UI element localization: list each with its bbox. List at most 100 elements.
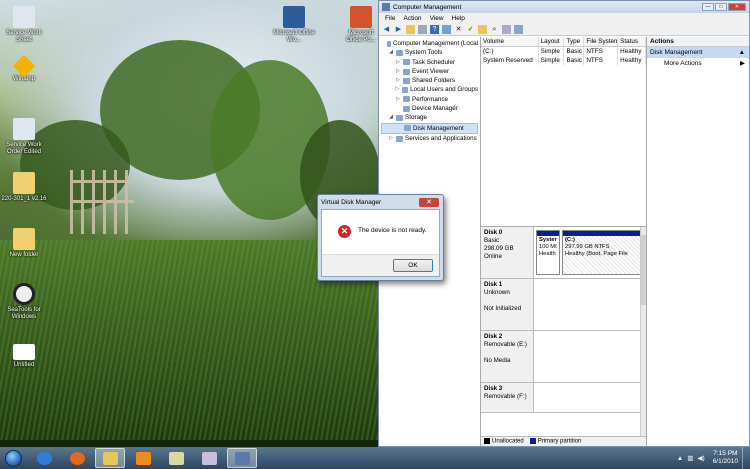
- desktop-icon-220-301[interactable]: 220-301_1 v2.16: [0, 172, 48, 203]
- clock[interactable]: 7:15 PM 6/1/2010: [713, 450, 738, 466]
- desktop-icon-service-work-sheet[interactable]: Service Work Sheet: [0, 6, 48, 44]
- tree-item[interactable]: ▷ Services and Applications: [381, 134, 478, 143]
- taskbar-media-player[interactable]: [128, 448, 158, 468]
- legend: Unallocated Primary partition: [481, 436, 646, 446]
- show-hidden-icons-icon[interactable]: ▲: [677, 455, 683, 462]
- expander-icon[interactable]: ◢: [388, 48, 394, 57]
- start-button[interactable]: [0, 447, 26, 469]
- vertical-scrollbar[interactable]: [640, 227, 646, 436]
- tree-item[interactable]: ▷ Local Users and Groups: [381, 85, 478, 94]
- tree-item[interactable]: Disk Management: [381, 122, 478, 134]
- tree-item[interactable]: ▷ Performance: [381, 95, 478, 104]
- up-folder-icon[interactable]: [406, 24, 415, 34]
- taskbar-paint[interactable]: [194, 448, 224, 468]
- error-dialog: Virtual Disk Manager ✕ ✕ The device is n…: [317, 194, 444, 281]
- menu-file[interactable]: File: [385, 15, 395, 22]
- cell-layout: Simple: [539, 56, 565, 65]
- show-desktop-button[interactable]: [742, 447, 750, 469]
- action-more-actions[interactable]: More Actions ▶: [647, 58, 749, 69]
- desktop-icon-untitled[interactable]: Untitled: [0, 344, 48, 369]
- tree-item[interactable]: ▷ Event Viewer: [381, 67, 478, 76]
- scroll-thumb[interactable]: [641, 235, 646, 305]
- disk-row-2[interactable]: Disk 2 Removable (E:) No Media: [481, 331, 646, 383]
- back-icon[interactable]: ◀: [382, 25, 391, 34]
- taskbar-firefox[interactable]: [62, 448, 92, 468]
- expander-icon[interactable]: ▷: [395, 58, 401, 67]
- col-file-system[interactable]: File System: [584, 37, 619, 46]
- desktop-icon-word[interactable]: Microsoft Office Wo...: [270, 6, 318, 44]
- check-icon[interactable]: ✓: [466, 25, 475, 34]
- legend-unallocated: Unallocated: [484, 438, 524, 445]
- tree-item-label: Local Users and Groups: [410, 86, 478, 94]
- volume-icon[interactable]: ◀): [698, 454, 705, 462]
- tree-item[interactable]: ▷ Shared Folders: [381, 76, 478, 85]
- dialog-message: The device is not ready.: [358, 227, 427, 234]
- desktop-icon-new-folder[interactable]: New folder: [0, 228, 48, 259]
- partition-system-reserved[interactable]: Syster 100 MI Health: [536, 230, 560, 275]
- properties-icon[interactable]: [442, 24, 451, 34]
- forward-icon[interactable]: ▶: [394, 25, 403, 34]
- maximize-button[interactable]: □: [715, 3, 727, 11]
- taskbar-sticky-notes[interactable]: [161, 448, 191, 468]
- tree-item[interactable]: Computer Management (Local: [381, 39, 478, 48]
- expander-icon[interactable]: ▷: [395, 67, 401, 76]
- node-icon: [396, 135, 403, 142]
- col-layout[interactable]: Layout: [539, 37, 565, 46]
- col-type[interactable]: Type: [564, 37, 585, 46]
- expander-icon[interactable]: ▷: [395, 85, 400, 94]
- ok-button[interactable]: OK: [393, 259, 433, 272]
- col-volume[interactable]: Volume: [481, 37, 539, 46]
- taskbar-ie[interactable]: [29, 448, 59, 468]
- menu-action[interactable]: Action: [403, 15, 421, 22]
- close-button[interactable]: ✕: [728, 3, 746, 11]
- desktop-icon-powerpoint[interactable]: Microsoft Office Po...: [343, 6, 379, 44]
- word-icon: [283, 6, 305, 28]
- expander-icon[interactable]: ▷: [388, 134, 394, 143]
- node-icon: [396, 49, 403, 56]
- network-icon[interactable]: ▥: [687, 454, 693, 462]
- show-hide-tree-icon[interactable]: [418, 24, 427, 34]
- taskbar-computer-management[interactable]: [227, 448, 257, 468]
- taskbar-explorer[interactable]: [95, 448, 125, 468]
- internet-explorer-icon: [36, 451, 52, 465]
- tree-item[interactable]: ◢ Storage: [381, 113, 478, 122]
- tree-item[interactable]: ▷ Task Scheduler: [381, 58, 478, 67]
- cell-layout: Simple: [539, 47, 565, 56]
- help-icon[interactable]: ?: [430, 24, 439, 34]
- minimize-button[interactable]: —: [702, 3, 714, 11]
- open-icon[interactable]: [478, 24, 487, 34]
- col-status[interactable]: Status: [618, 37, 646, 46]
- desktop-icon-service-work-order[interactable]: Service Work Order Edited: [0, 118, 48, 156]
- delete-icon[interactable]: ✕: [454, 25, 463, 34]
- desktop-icon-winamp[interactable]: Winamp: [0, 54, 48, 83]
- clock-time: 7:15 PM: [713, 450, 738, 457]
- dialog-close-button[interactable]: ✕: [419, 197, 439, 207]
- menu-bar: File Action View Help: [379, 13, 749, 23]
- tree-item[interactable]: Device Manager: [381, 104, 478, 113]
- winamp-icon: [12, 54, 36, 78]
- grid-icon[interactable]: [514, 24, 523, 34]
- tree-item-label: Task Scheduler: [412, 58, 456, 66]
- expander-icon[interactable]: ▷: [395, 76, 401, 85]
- partition-c[interactable]: (C:) 297.99 GB NTFS Healthy (Boot, Page …: [562, 230, 644, 275]
- window-titlebar[interactable]: Computer Management — □ ✕: [379, 1, 749, 13]
- submenu-arrow-icon: ▶: [740, 60, 745, 67]
- tree-item-label: Performance: [412, 95, 449, 103]
- menu-view[interactable]: View: [430, 15, 444, 22]
- table-row[interactable]: (C:) Simple Basic NTFS Healthy: [481, 47, 646, 56]
- table-row[interactable]: System Reserved Simple Basic NTFS Health…: [481, 56, 646, 65]
- node-icon: [402, 87, 409, 94]
- dialog-titlebar[interactable]: Virtual Disk Manager ✕: [318, 195, 443, 209]
- disk-label: Disk 2 Removable (E:) No Media: [481, 331, 534, 382]
- tree-item[interactable]: ◢ System Tools: [381, 48, 478, 57]
- expander-icon[interactable]: ▷: [395, 95, 401, 104]
- search-icon[interactable]: ⌕: [490, 25, 499, 34]
- disk-row-3[interactable]: Disk 3 Removable (F:): [481, 383, 646, 413]
- expander-icon[interactable]: ◢: [388, 113, 394, 122]
- copy-icon[interactable]: [502, 24, 511, 34]
- disk-row-1[interactable]: Disk 1 Unknown Not Initialized: [481, 279, 646, 331]
- disk-row-0[interactable]: Disk 0 Basic 298.09 GB Online Syster 100…: [481, 227, 646, 279]
- desktop-icon-seatools[interactable]: SeaTools for Windows: [0, 283, 48, 321]
- action-disk-management[interactable]: Disk Management ▲: [647, 47, 749, 58]
- menu-help[interactable]: Help: [452, 15, 465, 22]
